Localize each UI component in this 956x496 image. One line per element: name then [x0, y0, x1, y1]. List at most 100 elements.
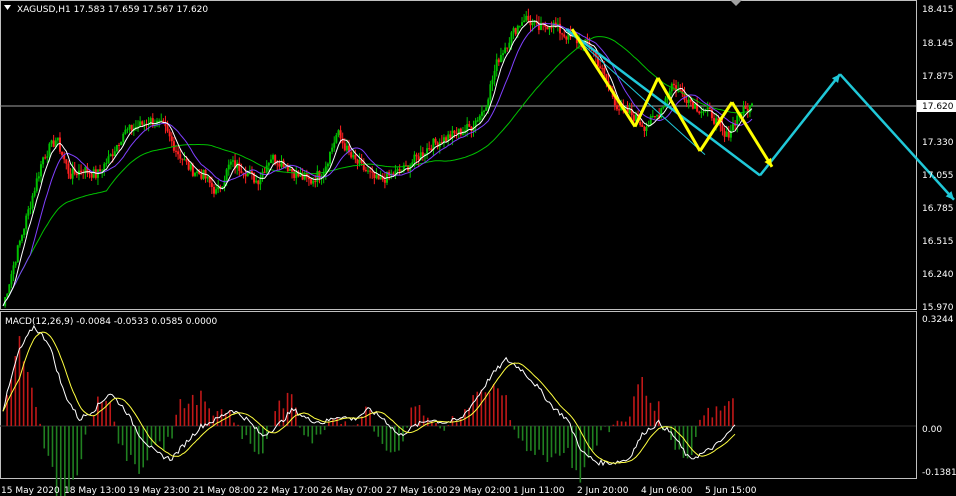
- candle-body: [546, 26, 549, 30]
- candle-body: [274, 155, 277, 164]
- candle-body: [476, 120, 479, 122]
- candle-body: [111, 154, 114, 157]
- candle-body: [459, 128, 462, 135]
- candle-body: [44, 157, 47, 159]
- candle-body: [238, 162, 241, 171]
- candle-body: [215, 189, 218, 194]
- time-axis[interactable]: 15 May 2020 18 May 13:00 19 May 23:00 21…: [1, 486, 757, 496]
- candle-body: [20, 235, 23, 241]
- candle-body: [229, 161, 232, 165]
- candle-body: [259, 177, 262, 185]
- candle-body: [521, 22, 524, 26]
- candle-body: [491, 79, 494, 85]
- candle-body: [449, 134, 452, 139]
- candle-body: [263, 171, 266, 173]
- candle-body: [46, 156, 49, 158]
- candle-body: [122, 133, 125, 142]
- candle-body: [643, 126, 646, 131]
- candle-body: [42, 157, 45, 165]
- candle-body: [430, 148, 433, 151]
- candle-body: [231, 160, 234, 162]
- candle-body: [151, 118, 154, 126]
- candle-body: [177, 151, 180, 155]
- candle-body: [618, 109, 621, 111]
- candle-body: [350, 152, 353, 158]
- candle-body: [75, 173, 78, 176]
- candle-body: [653, 116, 656, 118]
- y-tick-8: 15.970: [922, 303, 954, 313]
- candle-body: [303, 174, 306, 180]
- candle-body: [563, 34, 566, 37]
- candle-body: [267, 163, 270, 166]
- candle-body: [649, 116, 652, 125]
- candle-body: [210, 182, 213, 187]
- candle-body: [126, 129, 129, 131]
- x-tick-11: 5 Jun 15:00: [705, 486, 757, 496]
- candle-body: [478, 115, 481, 121]
- candle-body: [333, 142, 336, 148]
- candle-body: [107, 156, 110, 164]
- candle-body: [312, 180, 315, 184]
- candle-body: [158, 120, 161, 122]
- candle-body: [531, 22, 534, 26]
- candle-body: [721, 126, 724, 131]
- candle-body: [489, 84, 492, 100]
- candle-body: [329, 151, 332, 164]
- candle-body: [708, 107, 711, 110]
- candle-body: [240, 170, 243, 174]
- candle-body: [206, 176, 209, 179]
- candle-body: [506, 47, 509, 49]
- candle-body: [272, 155, 275, 160]
- candle-body: [375, 175, 378, 179]
- candle-body: [109, 154, 112, 157]
- candle-body: [727, 131, 730, 138]
- candle-body: [698, 111, 701, 114]
- candle-body: [725, 131, 728, 137]
- candle-body: [656, 115, 659, 117]
- candle-body: [50, 140, 53, 144]
- candle-body: [565, 36, 568, 40]
- y-tick-5: 16.785: [922, 204, 954, 214]
- candle-body: [485, 107, 488, 111]
- macd-y-tick-2: -0.1381: [922, 468, 956, 478]
- candle-body: [691, 101, 694, 109]
- candle-body: [128, 124, 131, 130]
- candle-body: [67, 163, 70, 174]
- candle-body: [417, 156, 420, 160]
- x-tick-2: 19 May 23:00: [128, 486, 190, 496]
- candle-body: [428, 148, 431, 150]
- candle-body: [628, 109, 631, 114]
- candle-body: [702, 111, 705, 113]
- candle-body: [364, 169, 367, 171]
- candle-body: [487, 99, 490, 108]
- macd-title: MACD(12,26,9) -0.0084 -0.0533 0.0585 0.0…: [5, 317, 218, 327]
- candle-body: [502, 53, 505, 56]
- y-tick-1: 18.145: [922, 39, 954, 49]
- candle-body: [35, 178, 38, 191]
- candle-body: [331, 147, 334, 152]
- candle-body: [354, 154, 357, 160]
- candle-body: [193, 172, 196, 176]
- candle-body: [413, 154, 416, 163]
- candle-body: [225, 169, 228, 181]
- candle-body: [495, 59, 498, 71]
- candle-body: [14, 261, 17, 266]
- candle-body: [105, 163, 108, 165]
- candle-body: [124, 129, 127, 134]
- candle-body: [533, 21, 536, 23]
- candle-body: [339, 130, 342, 139]
- candle-body: [508, 42, 511, 48]
- candle-body: [183, 159, 186, 161]
- candle-body: [69, 173, 72, 179]
- candle-body: [514, 28, 517, 35]
- candle-body: [367, 170, 370, 172]
- x-tick-9: 2 Jun 20:00: [577, 486, 629, 496]
- candle-body: [599, 66, 602, 69]
- candle-body: [170, 136, 173, 142]
- candle-body: [383, 179, 386, 183]
- candle-body: [25, 215, 28, 229]
- candle-body: [130, 124, 133, 131]
- y-tick-7: 16.240: [922, 270, 954, 280]
- candle-body: [48, 143, 51, 157]
- candle-body: [99, 169, 102, 172]
